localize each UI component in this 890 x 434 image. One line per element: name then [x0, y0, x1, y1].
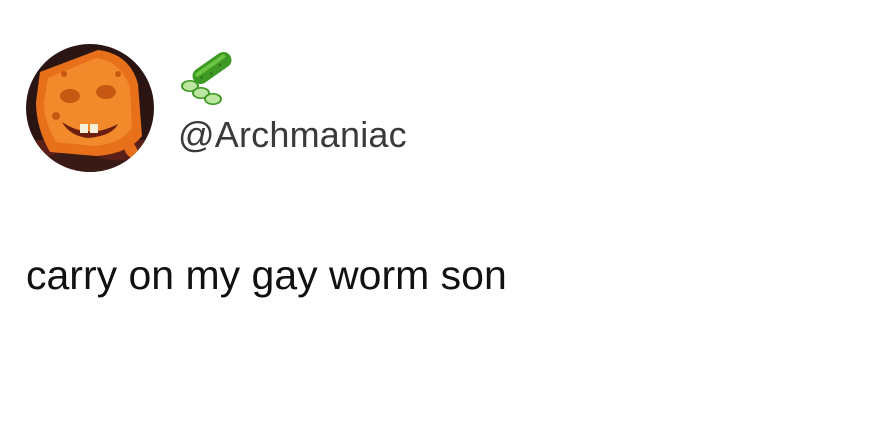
- cucumber-icon: [181, 51, 232, 105]
- spongebob-avatar-icon: [26, 44, 154, 172]
- tweet-text: carry on my gay worm son: [26, 252, 507, 298]
- display-name-emoji[interactable]: [176, 50, 236, 110]
- tweet-card: @Archmaniac carry on my gay worm son: [0, 0, 890, 434]
- avatar[interactable]: [26, 44, 154, 172]
- user-handle[interactable]: @Archmaniac: [178, 114, 407, 156]
